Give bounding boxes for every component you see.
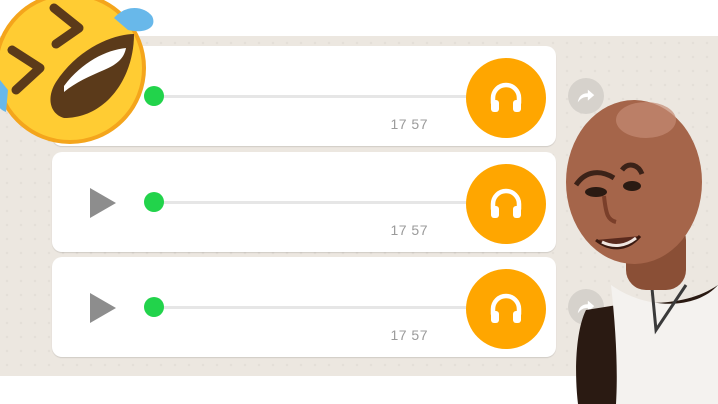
audio-progress-track[interactable] bbox=[144, 297, 478, 317]
headphones-icon bbox=[490, 188, 522, 218]
audio-progress-track[interactable] bbox=[144, 86, 478, 106]
person-reaction-image bbox=[566, 100, 718, 404]
audio-progress-track[interactable] bbox=[144, 192, 478, 212]
headphones-icon bbox=[490, 293, 522, 323]
play-icon[interactable] bbox=[90, 188, 116, 218]
audio-progress-knob[interactable] bbox=[144, 192, 164, 212]
play-icon[interactable] bbox=[90, 293, 116, 323]
sender-avatar bbox=[466, 269, 546, 349]
sender-avatar bbox=[466, 164, 546, 244]
laughing-tears-emoji-icon bbox=[0, 0, 154, 144]
headphones-icon bbox=[490, 82, 522, 112]
voice-message[interactable]: 17 57 bbox=[52, 257, 556, 357]
voice-message[interactable]: 17 57 bbox=[52, 152, 556, 252]
sender-avatar bbox=[466, 58, 546, 138]
audio-progress-knob[interactable] bbox=[144, 297, 164, 317]
message-timestamp: 17 57 bbox=[390, 327, 428, 343]
message-timestamp: 17 57 bbox=[390, 116, 428, 132]
message-timestamp: 17 57 bbox=[390, 222, 428, 238]
